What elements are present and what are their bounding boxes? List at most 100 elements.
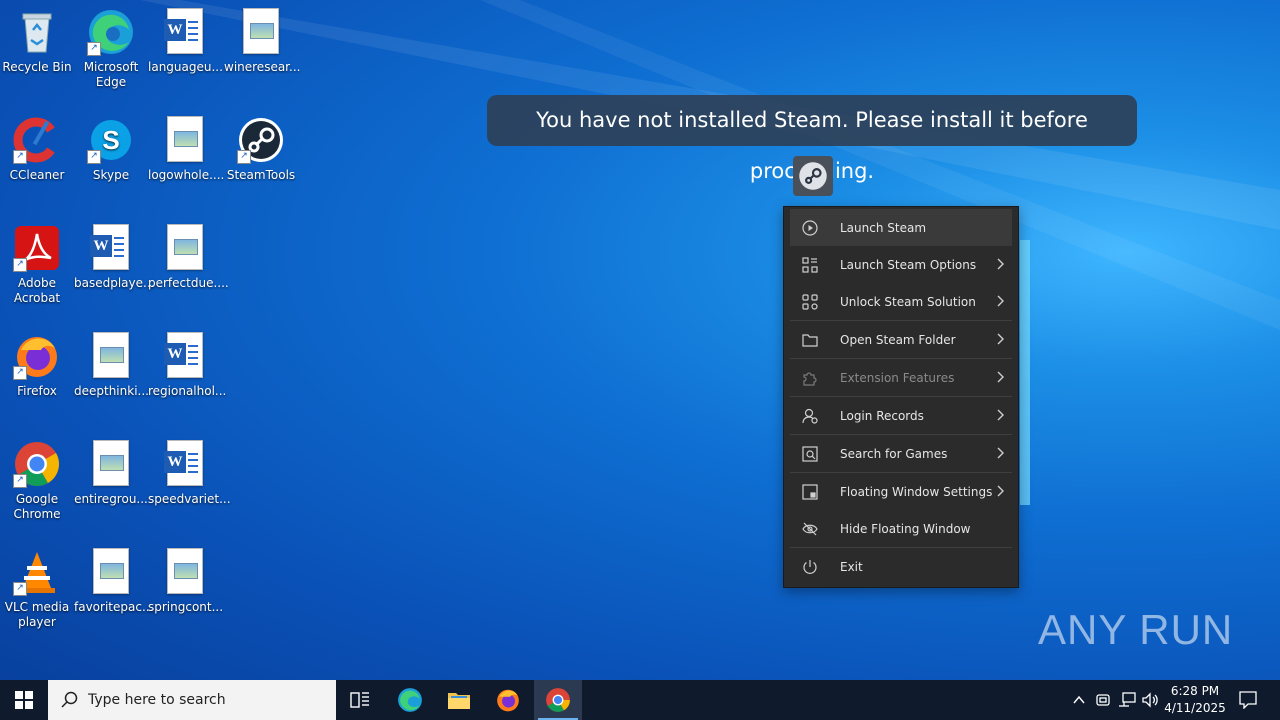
desktop-icon-recycle-bin[interactable]: Recycle Bin [0,8,74,75]
user-records-icon [800,406,820,426]
desktop-icon-favoritepac[interactable]: favoritepac... [74,548,154,615]
play-circle-icon [800,218,820,238]
search-games-icon [800,444,820,464]
desktop-icon-label: SteamTools [226,168,296,182]
notification-icon [1239,691,1257,709]
desktop-icon-basedplaye[interactable]: W basedplaye... [74,224,155,291]
chrome-icon: ↗ [13,440,61,488]
desktop-icon-label: languageu... [148,60,223,74]
taskbar-clock[interactable]: 6:28 PM 4/11/2025 [1160,683,1230,717]
tray-network-button[interactable] [1116,680,1138,720]
desktop-icon-springcont[interactable]: springcont... [148,548,223,615]
desktop-icon-label: deepthinki... [74,384,149,398]
svg-text:S: S [102,125,119,155]
edge-icon: ↗ [87,8,135,56]
menu-item-floating-window-settings[interactable]: Floating Window Settings [790,473,1012,510]
desktop-icon-label: basedplaye... [74,276,155,290]
menu-item-launch-steam[interactable]: Launch Steam [790,209,1012,246]
menu-item-open-steam-folder[interactable]: Open Steam Folder [790,321,1012,358]
desktop-icon-edge[interactable]: ↗ Microsoft Edge [74,8,148,90]
desktop-icon-firefox[interactable]: ↗ Firefox [0,332,74,399]
desktop-icon-acrobat[interactable]: ↗ Adobe Acrobat [0,224,74,306]
image-file-icon [87,548,135,596]
menu-item-label: Launch Steam Options [840,257,977,272]
chevron-right-icon [997,258,1004,270]
options-grid-icon [800,255,820,275]
steam-not-installed-toast: You have not installed Steam. Please ins… [487,95,1137,183]
taskbar-edge[interactable] [386,680,434,720]
desktop-icon-label: favoritepac... [74,600,154,614]
word-doc-icon: W [161,440,209,488]
edge-icon [398,688,422,712]
menu-item-launch-steam-options[interactable]: Launch Steam Options [790,246,1012,283]
desktop-icon-entiregrou[interactable]: entiregrou... [74,440,148,507]
chevron-right-icon [997,447,1004,459]
word-doc-icon: W [87,224,135,272]
tray-overflow-button[interactable] [1068,680,1090,720]
menu-item-extension-features[interactable]: Extension Features [790,359,1012,396]
firefox-icon: ↗ [13,332,61,380]
acrobat-icon: ↗ [13,224,61,272]
menu-item-label: Unlock Steam Solution [840,294,976,309]
menu-item-label: Exit [840,559,863,574]
folder-icon [448,693,470,709]
action-center-button[interactable] [1232,680,1264,720]
menu-item-label: Launch Steam [840,220,927,235]
desktop-icon-label: speedvariet... [148,492,231,506]
desktop-icon-logowhole[interactable]: logowhole.... [148,116,225,183]
image-file-icon [237,8,285,56]
network-icon [1119,692,1136,707]
desktop-icon-languageu[interactable]: W languageu... [148,8,223,75]
clock-date: 4/11/2025 [1164,701,1226,715]
anyrun-watermark: ANY RUN [1038,606,1233,654]
ccleaner-icon: ↗ [13,116,61,164]
shortcut-arrow-icon: ↗ [87,42,101,56]
taskbar-search-box[interactable]: Type here to search [48,680,336,720]
image-file-icon [87,440,135,488]
task-view-button[interactable] [336,680,384,720]
menu-item-label: Floating Window Settings [840,484,993,499]
desktop-icon-label: logowhole.... [148,168,225,182]
chevron-right-icon [997,295,1004,307]
tray-security-icon-button[interactable] [1092,680,1114,720]
shortcut-arrow-icon: ↗ [13,474,27,488]
windows-logo-icon [15,691,33,709]
menu-item-exit[interactable]: Exit [790,548,1012,585]
desktop-icon-regionalhol[interactable]: W regionalhol... [148,332,226,399]
desktop-icon-label: Microsoft Edge [83,60,139,89]
clock-time: 6:28 PM [1170,684,1220,698]
desktop-icon-label: Firefox [17,384,57,398]
image-file-icon [161,224,209,272]
desktop-icon-chrome[interactable]: ↗ Google Chrome [0,440,74,522]
start-button[interactable] [0,680,48,720]
steam-icon [799,162,827,190]
steam-floating-button[interactable] [793,156,833,196]
chrome-icon [546,688,570,712]
desktop-icon-label: Adobe Acrobat [13,276,61,305]
desktop-icon-ccleaner[interactable]: ↗ CCleaner [0,116,74,183]
taskbar-file-explorer[interactable] [435,680,483,720]
folder-icon [800,330,820,350]
desktop-icon-label: CCleaner [9,168,65,182]
search-icon [61,691,78,708]
tray-volume-button[interactable] [1140,680,1162,720]
desktop-icon-wineresear[interactable]: wineresear... [224,8,300,75]
taskbar-chrome[interactable] [534,680,582,720]
desktop-icon-steamtools[interactable]: ↗ SteamTools [224,116,298,183]
menu-item-hide-floating-window[interactable]: Hide Floating Window [790,510,1012,547]
desktop-icon-skype[interactable]: S ↗ Skype [74,116,148,183]
menu-item-search-for-games[interactable]: Search for Games [790,435,1012,472]
eye-off-icon [800,519,820,539]
word-doc-icon: W [161,8,209,56]
menu-item-login-records[interactable]: Login Records [790,397,1012,434]
desktop-icon-deepthinki[interactable]: deepthinki... [74,332,149,399]
taskbar-firefox[interactable] [484,680,532,720]
desktop-icon-speedvariet[interactable]: W speedvariet... [148,440,231,507]
menu-item-unlock-steam-solution[interactable]: Unlock Steam Solution [790,283,1012,320]
steamtools-context-menu: Launch Steam Launch Steam Options Unlock… [783,206,1019,588]
speaker-icon [1142,692,1158,708]
window-settings-icon [800,482,820,502]
desktop-icon-perfectdue[interactable]: perfectdue.... [148,224,229,291]
word-doc-icon: W [161,332,209,380]
desktop-icon-vlc[interactable]: ↗ VLC media player [0,548,74,630]
